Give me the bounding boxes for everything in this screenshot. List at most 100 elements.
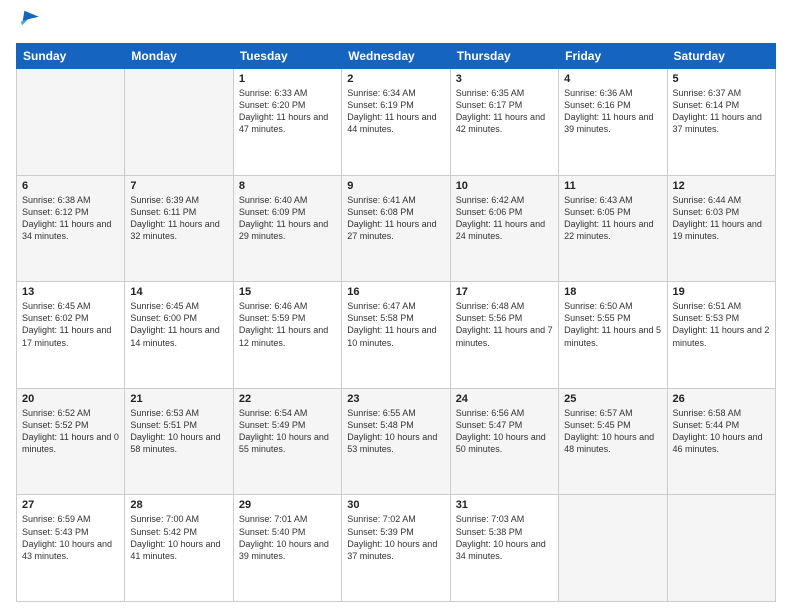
day-number: 22 — [239, 393, 336, 405]
calendar-cell: 26 Sunrise: 6:58 AM Sunset: 5:44 PM Dayli… — [667, 388, 775, 495]
day-number: 17 — [456, 286, 553, 298]
day-info: Sunrise: 6:38 AM Sunset: 6:12 PM Dayligh… — [22, 194, 119, 243]
day-info: Sunrise: 6:51 AM Sunset: 5:53 PM Dayligh… — [673, 300, 770, 349]
calendar-cell: 14 Sunrise: 6:45 AM Sunset: 6:00 PM Dayli… — [125, 282, 233, 389]
day-info: Sunrise: 6:46 AM Sunset: 5:59 PM Dayligh… — [239, 300, 336, 349]
day-number: 27 — [22, 499, 119, 511]
calendar-cell: 23Sunrise: 6:55 AM Sunset: 5:48 PM Dayli… — [342, 388, 450, 495]
calendar-cell: 5 Sunrise: 6:37 AM Sunset: 6:14 PM Daylig… — [667, 69, 775, 176]
day-number: 28 — [130, 499, 227, 511]
day-number: 18 — [564, 286, 661, 298]
weekday-header-friday: Friday — [559, 44, 667, 69]
day-info: Sunrise: 6:47 AM Sunset: 5:58 PM Dayligh… — [347, 300, 444, 349]
day-number: 1 — [239, 73, 336, 85]
calendar-cell: 8 Sunrise: 6:40 AM Sunset: 6:09 PM Daylig… — [233, 175, 341, 282]
calendar-cell: 24 Sunrise: 6:56 AM Sunset: 5:47 PM Dayli… — [450, 388, 558, 495]
day-info: Sunrise: 6:53 AM Sunset: 5:51 PM Dayligh… — [130, 407, 227, 456]
day-number: 3 — [456, 73, 553, 85]
calendar-cell: 16 Sunrise: 6:47 AM Sunset: 5:58 PM Dayli… — [342, 282, 450, 389]
day-info: Sunrise: 6:48 AM Sunset: 5:56 PM Dayligh… — [456, 300, 553, 349]
calendar-cell: 25 Sunrise: 6:57 AM Sunset: 5:45 PM Dayli… — [559, 388, 667, 495]
day-number: 30 — [347, 499, 444, 511]
day-number: 9 — [347, 180, 444, 192]
day-info: Sunrise: 7:01 AM Sunset: 5:40 PM Dayligh… — [239, 513, 336, 562]
day-info: Sunrise: 6:36 AM Sunset: 6:16 PM Dayligh… — [564, 87, 661, 136]
day-number: 21 — [130, 393, 227, 405]
weekday-header-monday: Monday — [125, 44, 233, 69]
weekday-header-sunday: Sunday — [17, 44, 125, 69]
day-number: 24 — [456, 393, 553, 405]
day-number: 26 — [673, 393, 770, 405]
calendar-cell: 21 Sunrise: 6:53 AM Sunset: 5:51 PM Dayli… — [125, 388, 233, 495]
calendar-cell: 17 Sunrise: 6:48 AM Sunset: 5:56 PM Dayli… — [450, 282, 558, 389]
calendar-cell: 10Sunrise: 6:42 AM Sunset: 6:06 PM Dayli… — [450, 175, 558, 282]
day-info: Sunrise: 6:37 AM Sunset: 6:14 PM Dayligh… — [673, 87, 770, 136]
day-info: Sunrise: 6:34 AM Sunset: 6:19 PM Dayligh… — [347, 87, 444, 136]
day-number: 29 — [239, 499, 336, 511]
calendar-cell: 12Sunrise: 6:44 AM Sunset: 6:03 PM Dayli… — [667, 175, 775, 282]
day-number: 14 — [130, 286, 227, 298]
day-info: Sunrise: 6:57 AM Sunset: 5:45 PM Dayligh… — [564, 407, 661, 456]
weekday-header-saturday: Saturday — [667, 44, 775, 69]
calendar-cell: 6 Sunrise: 6:38 AM Sunset: 6:12 PM Daylig… — [17, 175, 125, 282]
calendar-cell: 9 Sunrise: 6:41 AM Sunset: 6:08 PM Daylig… — [342, 175, 450, 282]
calendar-cell — [125, 69, 233, 176]
calendar-cell: 31 Sunrise: 7:03 AM Sunset: 5:38 PM Dayli… — [450, 495, 558, 602]
calendar-cell: 7Sunrise: 6:39 AM Sunset: 6:11 PM Daylig… — [125, 175, 233, 282]
day-number: 11 — [564, 180, 661, 192]
day-info: Sunrise: 6:42 AM Sunset: 6:06 PM Dayligh… — [456, 194, 553, 243]
day-info: Sunrise: 6:54 AM Sunset: 5:49 PM Dayligh… — [239, 407, 336, 456]
day-number: 5 — [673, 73, 770, 85]
day-number: 20 — [22, 393, 119, 405]
weekday-header-wednesday: Wednesday — [342, 44, 450, 69]
calendar-cell — [559, 495, 667, 602]
day-number: 15 — [239, 286, 336, 298]
calendar-cell: 18 Sunrise: 6:50 AM Sunset: 5:55 PM Dayli… — [559, 282, 667, 389]
day-info: Sunrise: 6:58 AM Sunset: 5:44 PM Dayligh… — [673, 407, 770, 456]
day-number: 25 — [564, 393, 661, 405]
day-info: Sunrise: 6:43 AM Sunset: 6:05 PM Dayligh… — [564, 194, 661, 243]
calendar-cell: 27Sunrise: 6:59 AM Sunset: 5:43 PM Dayli… — [17, 495, 125, 602]
header — [16, 10, 776, 35]
calendar-cell: 3 Sunrise: 6:35 AM Sunset: 6:17 PM Daylig… — [450, 69, 558, 176]
day-info: Sunrise: 6:50 AM Sunset: 5:55 PM Dayligh… — [564, 300, 661, 349]
calendar-cell — [667, 495, 775, 602]
day-info: Sunrise: 7:00 AM Sunset: 5:42 PM Dayligh… — [130, 513, 227, 562]
calendar-cell: 30 Sunrise: 7:02 AM Sunset: 5:39 PM Dayli… — [342, 495, 450, 602]
day-info: Sunrise: 6:41 AM Sunset: 6:08 PM Dayligh… — [347, 194, 444, 243]
day-number: 2 — [347, 73, 444, 85]
day-number: 4 — [564, 73, 661, 85]
day-info: Sunrise: 6:45 AM Sunset: 6:02 PM Dayligh… — [22, 300, 119, 349]
calendar: SundayMondayTuesdayWednesdayThursdayFrid… — [16, 43, 776, 602]
day-info: Sunrise: 7:02 AM Sunset: 5:39 PM Dayligh… — [347, 513, 444, 562]
calendar-cell: 29 Sunrise: 7:01 AM Sunset: 5:40 PM Dayli… — [233, 495, 341, 602]
weekday-header-row: SundayMondayTuesdayWednesdayThursdayFrid… — [17, 44, 776, 69]
bird-icon — [16, 6, 40, 30]
calendar-week-row: 27Sunrise: 6:59 AM Sunset: 5:43 PM Dayli… — [17, 495, 776, 602]
calendar-cell: 1 Sunrise: 6:33 AM Sunset: 6:20 PM Daylig… — [233, 69, 341, 176]
calendar-cell: 28 Sunrise: 7:00 AM Sunset: 5:42 PM Dayli… — [125, 495, 233, 602]
calendar-week-row: 20 Sunrise: 6:52 AM Sunset: 5:52 PM Dayli… — [17, 388, 776, 495]
day-number: 16 — [347, 286, 444, 298]
day-number: 31 — [456, 499, 553, 511]
day-info: Sunrise: 7:03 AM Sunset: 5:38 PM Dayligh… — [456, 513, 553, 562]
day-info: Sunrise: 6:45 AM Sunset: 6:00 PM Dayligh… — [130, 300, 227, 349]
day-info: Sunrise: 6:55 AM Sunset: 5:48 PM Dayligh… — [347, 407, 444, 456]
day-number: 8 — [239, 180, 336, 192]
day-number: 12 — [673, 180, 770, 192]
calendar-cell — [17, 69, 125, 176]
day-info: Sunrise: 6:33 AM Sunset: 6:20 PM Dayligh… — [239, 87, 336, 136]
day-info: Sunrise: 6:52 AM Sunset: 5:52 PM Dayligh… — [22, 407, 119, 456]
day-number: 19 — [673, 286, 770, 298]
calendar-cell: 4 Sunrise: 6:36 AM Sunset: 6:16 PM Daylig… — [559, 69, 667, 176]
day-info: Sunrise: 6:40 AM Sunset: 6:09 PM Dayligh… — [239, 194, 336, 243]
calendar-week-row: 13Sunrise: 6:45 AM Sunset: 6:02 PM Dayli… — [17, 282, 776, 389]
calendar-week-row: 1 Sunrise: 6:33 AM Sunset: 6:20 PM Daylig… — [17, 69, 776, 176]
calendar-cell: 15 Sunrise: 6:46 AM Sunset: 5:59 PM Dayli… — [233, 282, 341, 389]
weekday-header-tuesday: Tuesday — [233, 44, 341, 69]
day-info: Sunrise: 6:56 AM Sunset: 5:47 PM Dayligh… — [456, 407, 553, 456]
day-info: Sunrise: 6:35 AM Sunset: 6:17 PM Dayligh… — [456, 87, 553, 136]
day-number: 7 — [130, 180, 227, 192]
day-number: 6 — [22, 180, 119, 192]
calendar-cell: 20 Sunrise: 6:52 AM Sunset: 5:52 PM Dayli… — [17, 388, 125, 495]
